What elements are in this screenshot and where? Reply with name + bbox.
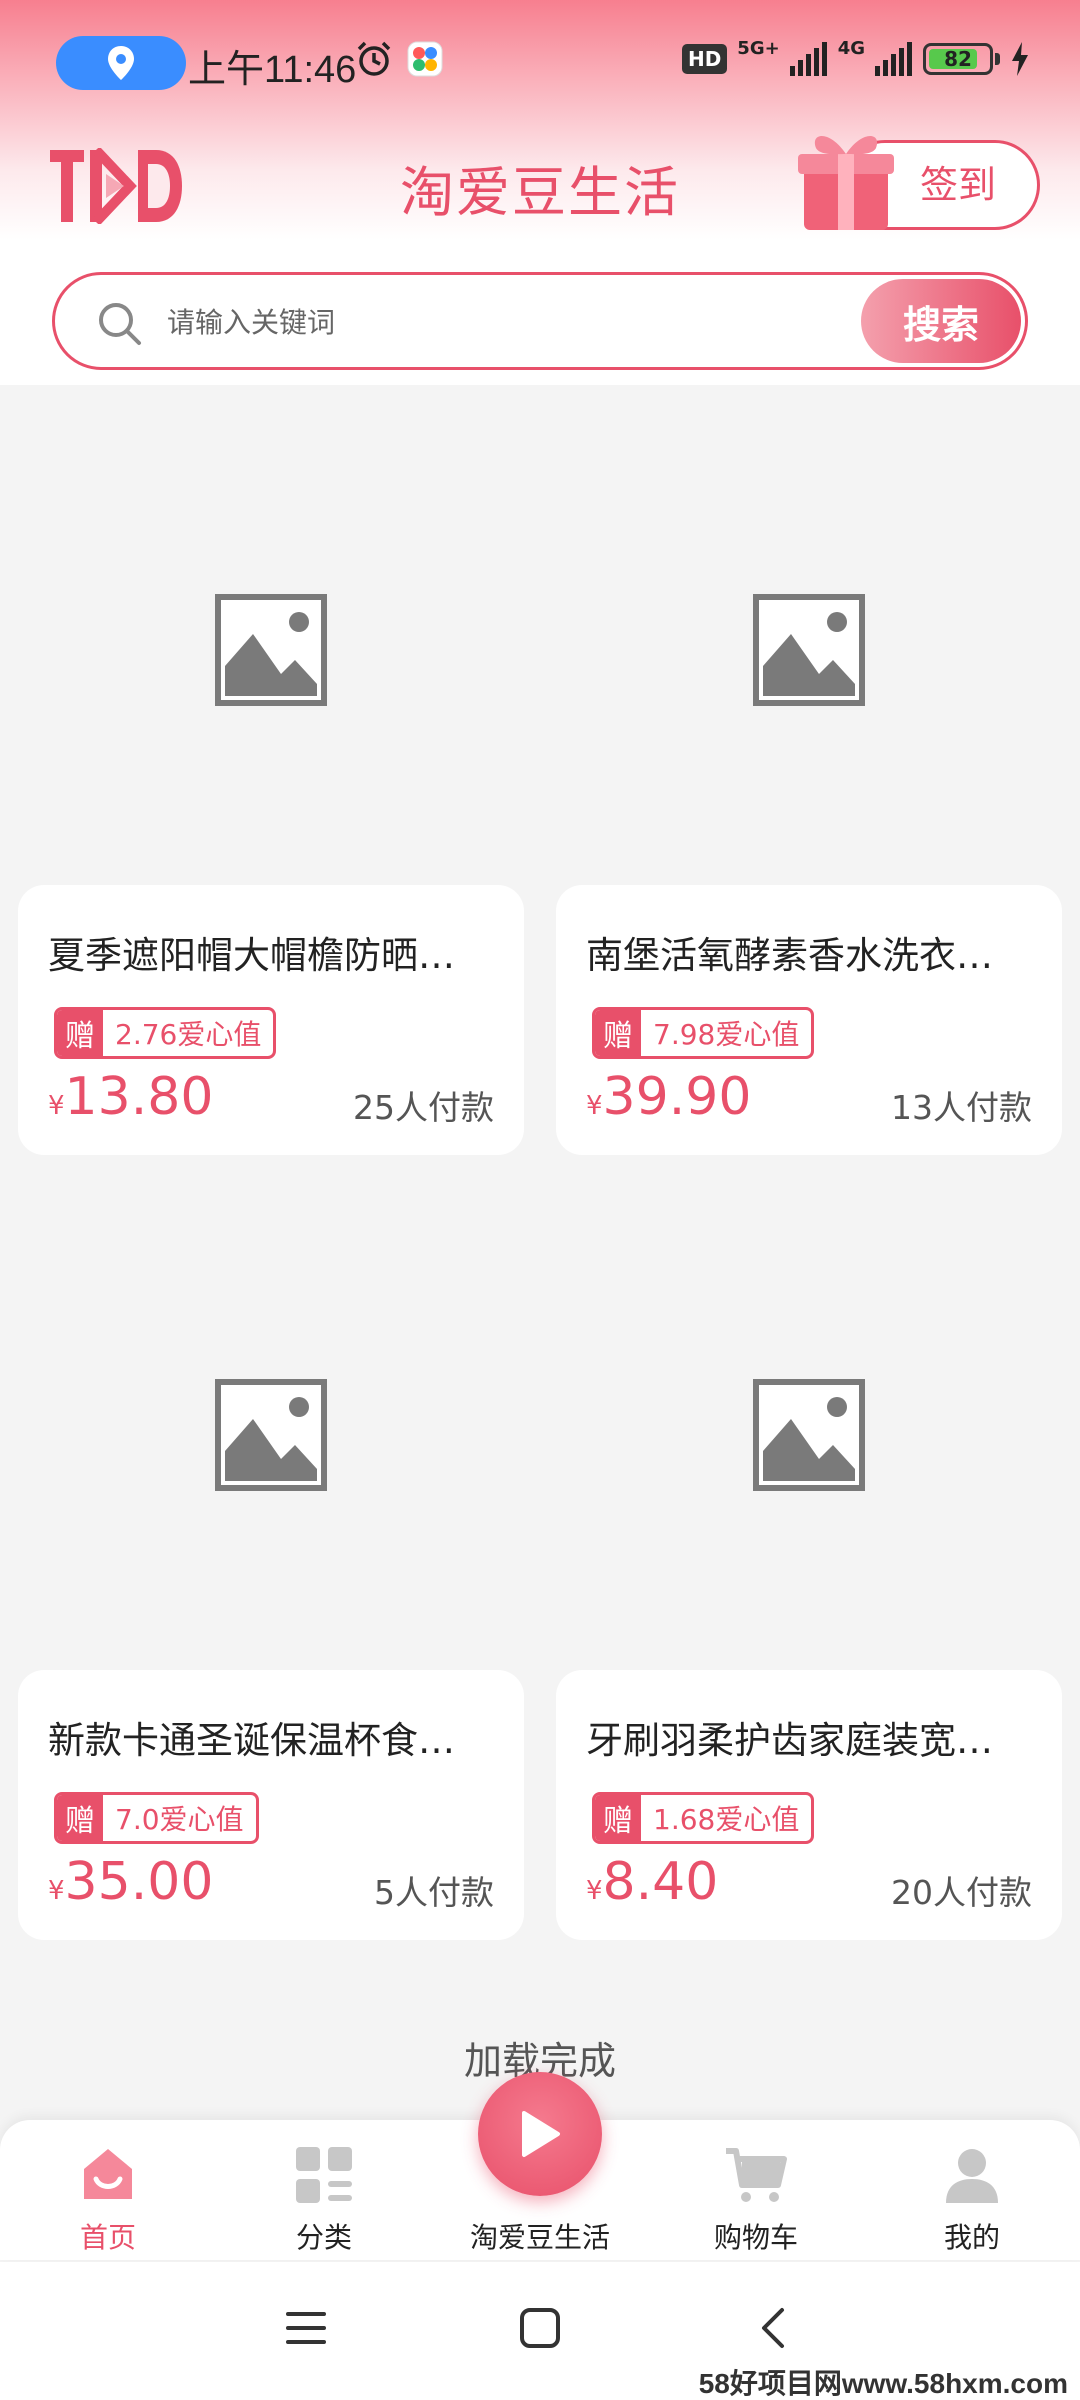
sold-count: 20人付款	[891, 1873, 1032, 1912]
price: ¥8.40	[586, 1852, 718, 1912]
signin-label: 签到	[919, 163, 996, 207]
sold-count: 25人付款	[353, 1088, 494, 1127]
location-pin-icon	[108, 46, 134, 80]
gift-badge: 赠 1.68爱心值	[592, 1792, 815, 1844]
tab-home[interactable]: 首页	[28, 2140, 188, 2256]
signal-5g-icon	[789, 41, 827, 76]
sold-count: 5人付款	[374, 1873, 494, 1912]
product-image[interactable]	[18, 1200, 524, 1670]
product-title[interactable]: 夏季遮阳帽大帽檐防晒…	[48, 925, 498, 979]
battery-tip	[995, 52, 1000, 65]
status-right-icons: HD 5G+ 4G 82	[681, 38, 1030, 79]
play-icon	[522, 2111, 560, 2157]
charging-bolt-icon	[1012, 41, 1028, 76]
back-chevron-icon[interactable]	[752, 2306, 796, 2350]
currency-symbol: ¥	[48, 1091, 65, 1121]
center-play-button[interactable]	[478, 2072, 602, 2196]
currency-symbol: ¥	[586, 1091, 603, 1121]
gift-tag: 赠	[57, 1010, 103, 1056]
watermark-text: 58好项目网www.58hxm.com	[698, 2368, 1068, 2399]
product-card[interactable]: 夏季遮阳帽大帽檐防晒… 赠 2.76爱心值 ¥13.80 25人付款	[18, 415, 524, 1171]
search-icon	[99, 303, 141, 345]
tab-center-label: 淘爱豆生活	[469, 2221, 610, 2254]
app-header: 上午11:46 HD 5G+ 4G 82 淘爱豆生活 签到 请输入关键词 搜索	[0, 0, 1080, 385]
signin-button[interactable]: 签到	[798, 120, 1080, 240]
gift-badge: 赠 7.0爱心值	[54, 1792, 259, 1844]
network-5g-label: 5G+	[737, 38, 780, 59]
image-placeholder-icon	[753, 1379, 865, 1491]
image-placeholder-icon	[215, 1379, 327, 1491]
search-bar: 搜索	[52, 272, 1028, 370]
tab-category[interactable]: 分类	[244, 2140, 404, 2256]
home-square-icon[interactable]	[518, 2306, 562, 2350]
tab-cart[interactable]: 购物车	[676, 2140, 836, 2256]
status-left-icons	[355, 40, 443, 78]
tab-mine-label: 我的	[943, 2221, 1000, 2254]
image-placeholder-icon	[215, 594, 327, 706]
price: ¥13.80	[48, 1067, 213, 1127]
user-profile-icon	[946, 2149, 998, 2203]
product-info: 夏季遮阳帽大帽檐防晒… 赠 2.76爱心值 ¥13.80 25人付款	[18, 885, 524, 1155]
product-info: 南堡活氧酵素香水洗衣… 赠 7.98爱心值 ¥39.90 13人付款	[556, 885, 1062, 1155]
gift-value: 1.68爱心值	[653, 1803, 800, 1836]
product-card[interactable]: 南堡活氧酵素香水洗衣… 赠 7.98爱心值 ¥39.90 13人付款	[556, 415, 1062, 1171]
signal-4g-icon	[875, 41, 912, 76]
gift-tag: 赠	[57, 1795, 103, 1841]
gift-box-icon	[798, 135, 894, 230]
battery-indicator: 82	[923, 42, 993, 75]
hd-badge: HD	[681, 43, 728, 74]
price-amount: 39.90	[602, 1067, 752, 1127]
product-card[interactable]: 新款卡通圣诞保温杯食… 赠 7.0爱心值 ¥35.00 5人付款	[18, 1200, 524, 1956]
tab-category-label: 分类	[295, 2221, 352, 2254]
menu-icon[interactable]	[284, 2306, 328, 2350]
product-image[interactable]	[556, 415, 1062, 885]
product-image[interactable]	[18, 415, 524, 885]
gift-badge: 赠 7.98爱心值	[592, 1007, 815, 1059]
search-input[interactable]	[167, 297, 867, 347]
app-notification-icon	[407, 41, 443, 77]
search-button[interactable]: 搜索	[861, 279, 1021, 363]
gift-tag: 赠	[595, 1795, 641, 1841]
price-amount: 13.80	[64, 1067, 214, 1127]
battery-level: 82	[944, 46, 972, 71]
app-screen: 夏季遮阳帽大帽檐防晒… 赠 2.76爱心值 ¥13.80 25人付款 南堡活氧酵…	[0, 0, 1080, 2400]
product-image[interactable]	[556, 1200, 1062, 1670]
shopping-cart-icon	[726, 2148, 787, 2202]
category-grid-icon	[296, 2147, 352, 2203]
product-title[interactable]: 南堡活氧酵素香水洗衣…	[586, 925, 1036, 979]
product-title[interactable]: 牙刷羽柔护齿家庭装宽…	[586, 1710, 1036, 1764]
product-info: 新款卡通圣诞保温杯食… 赠 7.0爱心值 ¥35.00 5人付款	[18, 1670, 524, 1940]
tab-home-label: 首页	[79, 2221, 136, 2254]
status-bar: 上午11:46 HD 5G+ 4G 82	[0, 0, 1080, 125]
network-4g-label: 4G	[837, 38, 865, 59]
gift-value: 2.76爱心值	[115, 1018, 262, 1051]
gift-tag: 赠	[595, 1010, 641, 1056]
price: ¥39.90	[586, 1067, 751, 1127]
currency-symbol: ¥	[586, 1876, 603, 1906]
alarm-icon	[357, 41, 391, 76]
price-amount: 35.00	[64, 1852, 214, 1912]
tab-mine[interactable]: 我的	[892, 2140, 1052, 2256]
product-info: 牙刷羽柔护齿家庭装宽… 赠 1.68爱心值 ¥8.40 20人付款	[556, 1670, 1062, 1940]
image-placeholder-icon	[753, 594, 865, 706]
price: ¥35.00	[48, 1852, 213, 1912]
currency-symbol: ¥	[48, 1876, 65, 1906]
sold-count: 13人付款	[891, 1088, 1032, 1127]
product-title[interactable]: 新款卡通圣诞保温杯食…	[48, 1710, 498, 1764]
status-time: 上午11:46	[188, 49, 357, 91]
product-card[interactable]: 牙刷羽柔护齿家庭装宽… 赠 1.68爱心值 ¥8.40 20人付款	[556, 1200, 1062, 1956]
gift-value: 7.0爱心值	[115, 1803, 244, 1836]
location-indicator[interactable]	[56, 36, 186, 90]
home-icon	[84, 2149, 132, 2199]
gift-badge: 赠 2.76爱心值	[54, 1007, 277, 1059]
gift-value: 7.98爱心值	[653, 1018, 800, 1051]
tab-cart-label: 购物车	[713, 2221, 798, 2254]
price-amount: 8.40	[602, 1852, 719, 1912]
